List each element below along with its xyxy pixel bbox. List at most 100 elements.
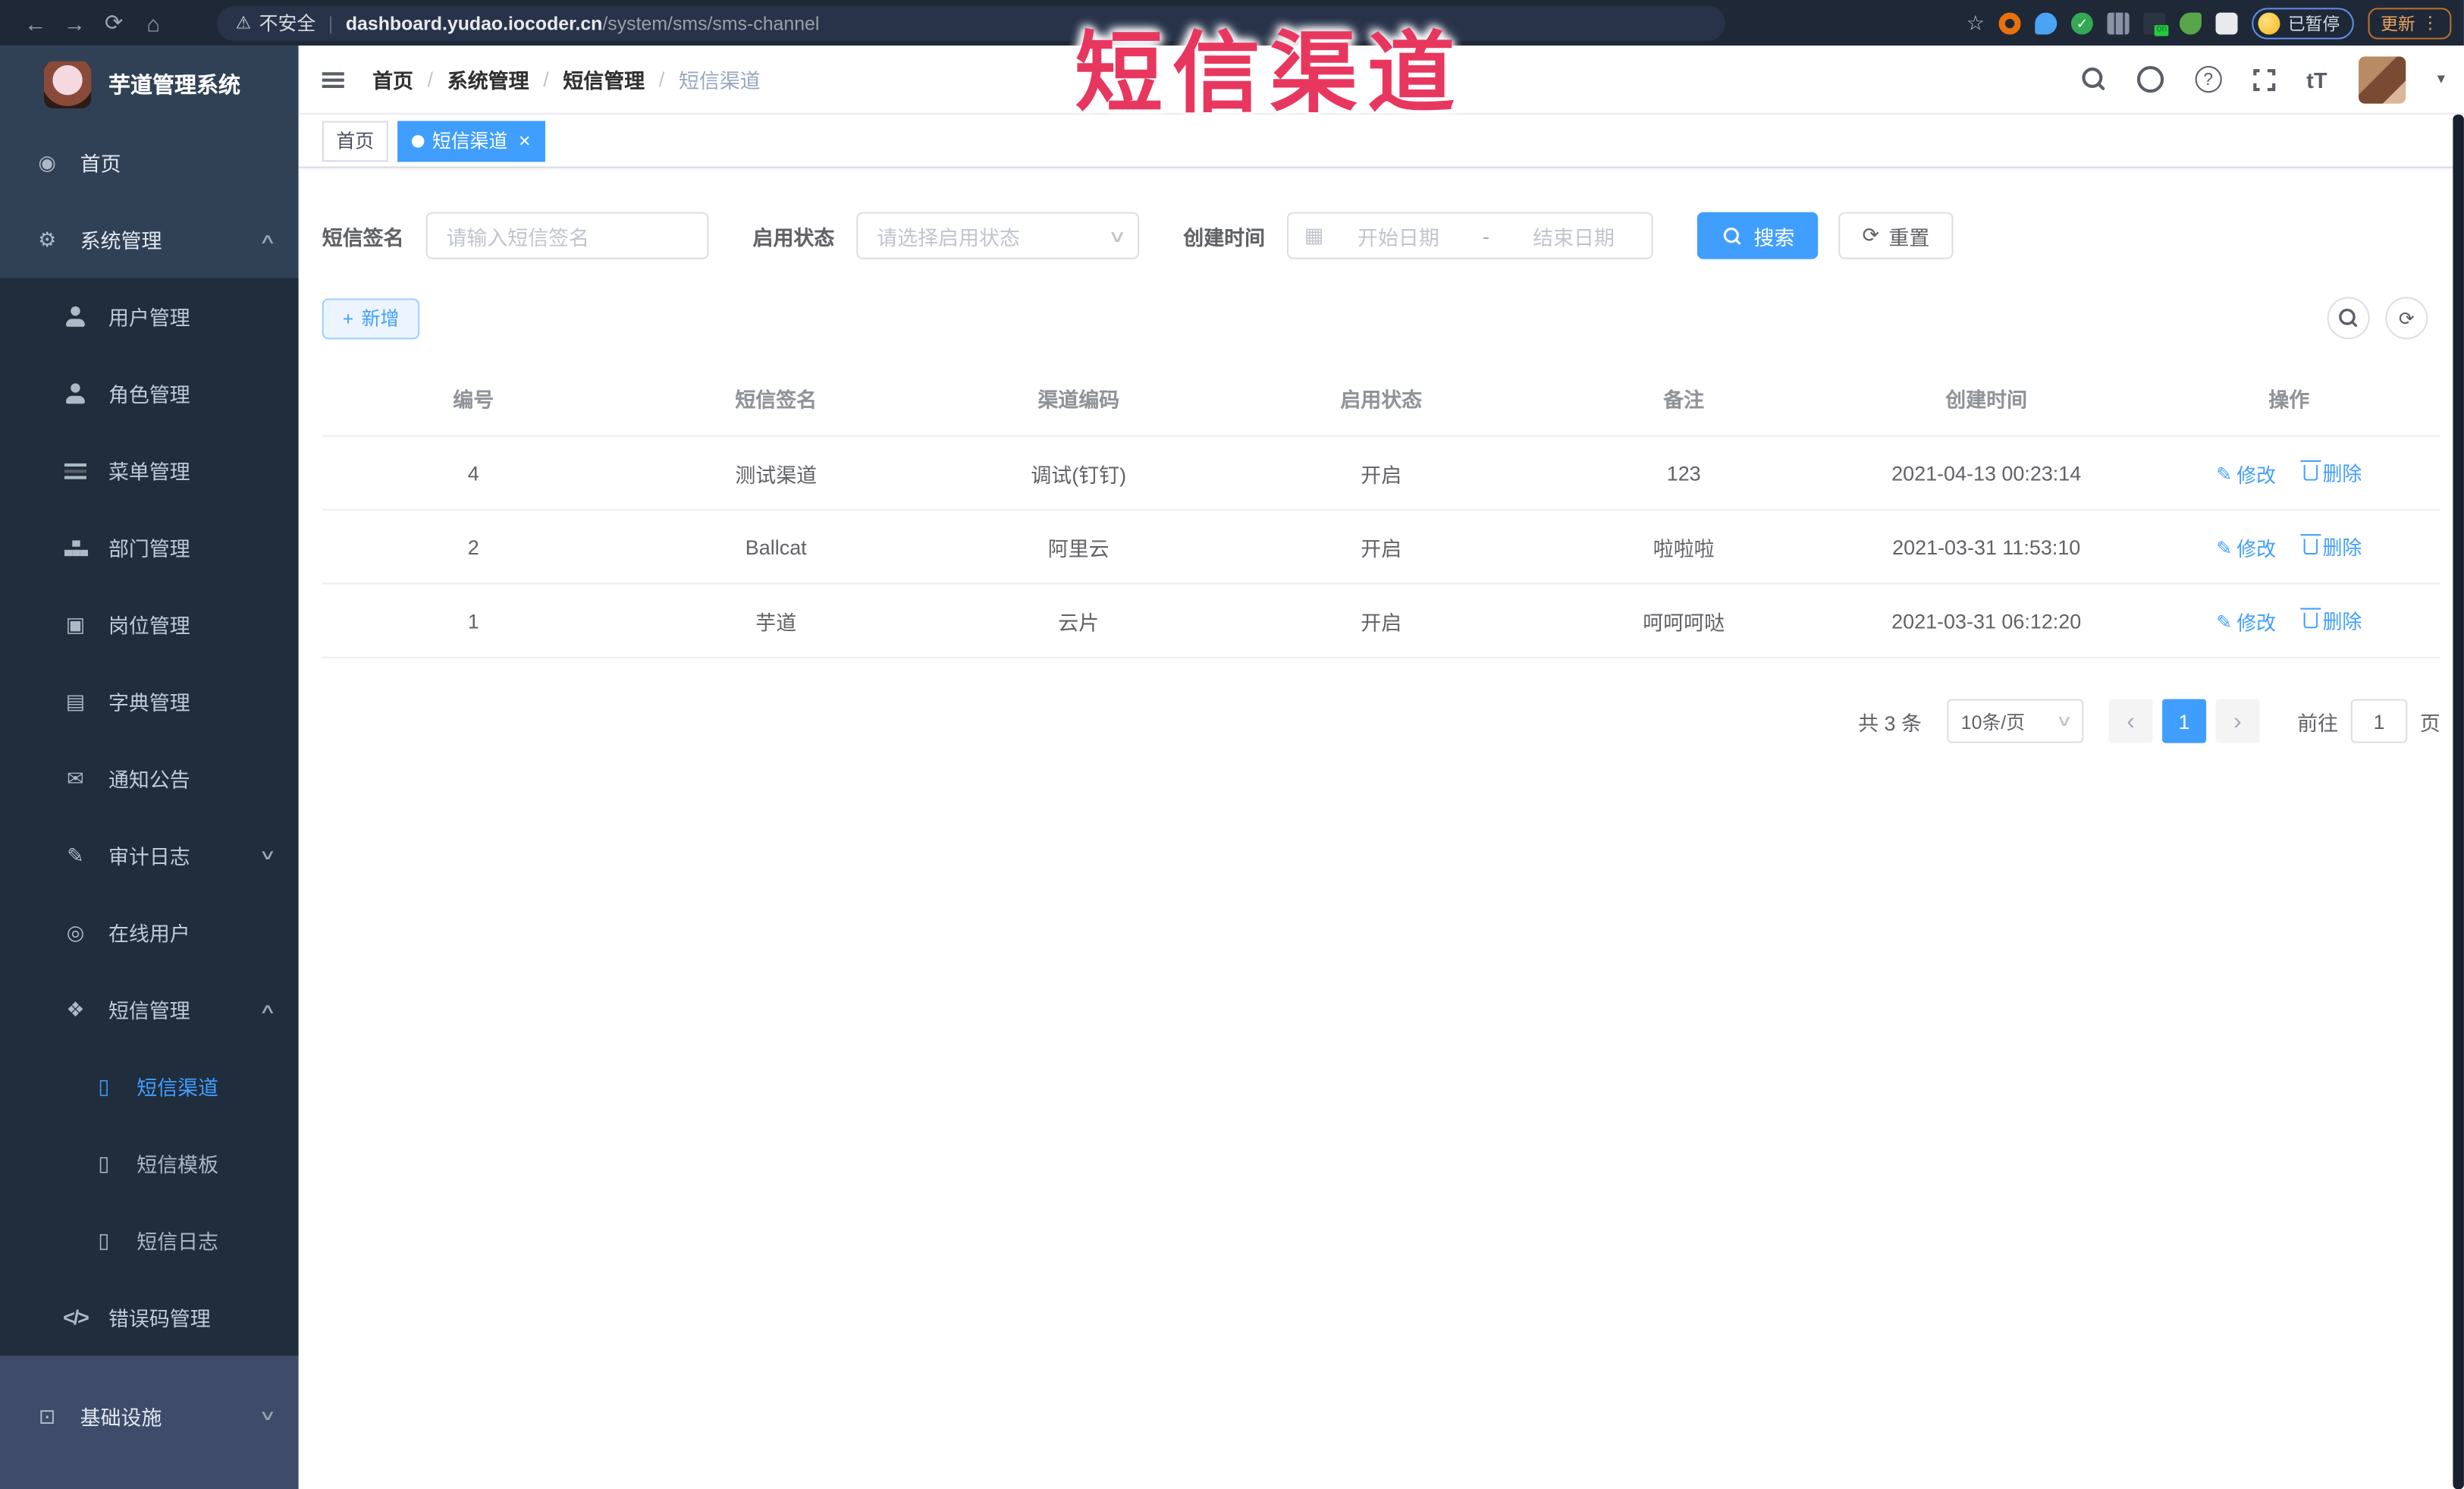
breadcrumb-home[interactable]: 首页	[372, 64, 413, 94]
page-size-select[interactable]: 10条/页 ∨	[1947, 699, 2084, 743]
sidebar-item-audit-log[interactable]: ✎ 审计日志 ∨	[0, 817, 299, 894]
date-range-picker[interactable]: ▦ 开始日期 - 结束日期	[1287, 212, 1653, 259]
close-icon[interactable]: ×	[519, 130, 531, 151]
extension-icon[interactable]	[2107, 11, 2130, 34]
edit-link[interactable]: ✎ 修改	[2216, 459, 2276, 488]
breadcrumb-system[interactable]: 系统管理	[447, 64, 529, 94]
menu-label: 首页	[80, 152, 121, 176]
col-sign: 短信签名	[624, 361, 928, 437]
cell-code: 云片	[927, 583, 1230, 658]
extension-icon[interactable]	[1998, 11, 2021, 34]
sidebar-item-department-management[interactable]: 部门管理	[0, 509, 299, 586]
font-size-icon[interactable]: tT	[2306, 67, 2327, 92]
delete-link[interactable]: 删除	[2300, 605, 2362, 634]
cell-code: 阿里云	[927, 510, 1230, 585]
search-button-label: 搜索	[1753, 225, 1795, 250]
extension-icon[interactable]	[2143, 11, 2169, 36]
fullscreen-icon[interactable]	[2249, 64, 2278, 94]
trash-icon	[2300, 533, 2321, 554]
sidebar-collapse-icon[interactable]	[322, 71, 344, 87]
sidebar-item-error-code[interactable]: </> 错误码管理	[0, 1279, 299, 1355]
menu-label: 岗位管理	[108, 614, 190, 638]
current-page-button[interactable]: 1	[2162, 699, 2207, 743]
message-icon: ✉	[67, 765, 84, 790]
sign-label: 短信签名	[322, 225, 404, 250]
breadcrumb-separator: /	[658, 68, 665, 92]
github-icon[interactable]	[2136, 65, 2164, 93]
search-button[interactable]: 搜索	[1697, 212, 1819, 259]
sidebar-item-role-management[interactable]: 角色管理	[0, 355, 299, 432]
browser-reload-icon[interactable]: ⟳	[94, 9, 133, 36]
sign-placeholder: 请输入短信签名	[446, 225, 590, 250]
cell-created: 2021-03-31 06:12:20	[1835, 583, 2138, 658]
extension-icon[interactable]	[2179, 11, 2202, 34]
sidebar-item-infrastructure[interactable]: ⊡ 基础设施 ∨	[0, 1377, 299, 1454]
browser-update-button[interactable]: 更新 ⋮	[2368, 7, 2452, 39]
prev-page-button[interactable]: ‹	[2108, 699, 2153, 743]
sidebar-item-home[interactable]: ◉ 首页	[0, 124, 299, 201]
menu-label: 短信日志	[137, 1230, 219, 1254]
scrollbar[interactable]	[2453, 115, 2464, 1489]
extension-icon[interactable]: ✓	[2070, 11, 2093, 34]
browser-forward-icon[interactable]: →	[55, 10, 95, 35]
infrastructure-section: ⊡ 基础设施 ∨	[0, 1355, 299, 1489]
sidebar-item-notice[interactable]: ✉ 通知公告	[0, 740, 299, 816]
extension-icon[interactable]	[2035, 11, 2058, 34]
breadcrumb-separator: /	[427, 68, 434, 92]
menu-label: 短信管理	[108, 999, 190, 1023]
cell-code: 调试(钉钉)	[927, 435, 1230, 511]
browser-menu-dots-icon[interactable]: ⋮	[2422, 13, 2439, 33]
goto-page-input[interactable]: 1	[2350, 699, 2408, 743]
url-bar[interactable]: ⚠ 不安全 | dashboard.yudao.iocoder.cn/syste…	[216, 5, 1726, 40]
gear-icon: ⚙	[38, 227, 57, 251]
toggle-search-button[interactable]	[2327, 297, 2370, 340]
sidebar-item-dict-management[interactable]: ▤ 字典管理	[0, 663, 299, 740]
edit-link[interactable]: ✎ 修改	[2216, 532, 2276, 562]
sidebar-item-sms-channel[interactable]: ▯ 短信渠道	[0, 1048, 299, 1124]
tab-label: 短信渠道	[432, 130, 508, 152]
edit-link[interactable]: ✎ 修改	[2216, 606, 2276, 636]
cell-sign: Ballcat	[624, 510, 928, 585]
sidebar-item-sms-template[interactable]: ▯ 短信模板	[0, 1125, 299, 1202]
sms-shield-icon: ❖	[66, 997, 85, 1021]
delete-link[interactable]: 删除	[2300, 531, 2362, 561]
menu-label: 通知公告	[108, 768, 190, 792]
sidebar-item-sms-log[interactable]: ▯ 短信日志	[0, 1202, 299, 1278]
bookmark-star-icon[interactable]: ☆	[1966, 10, 1985, 35]
browser-back-icon[interactable]: ←	[16, 10, 55, 35]
cell-id: 2	[322, 510, 625, 585]
next-page-button[interactable]: ›	[2215, 699, 2260, 743]
breadcrumb-sms[interactable]: 短信管理	[563, 64, 645, 94]
cell-sign: 芋道	[624, 583, 928, 658]
browser-home-icon[interactable]: ⌂	[133, 10, 173, 35]
extensions-puzzle-icon[interactable]	[2215, 11, 2238, 34]
sign-input[interactable]: 请输入短信签名	[425, 212, 709, 259]
edit-pencil-icon: ✎	[2216, 536, 2233, 559]
avatar-caret-down-icon[interactable]: ▾	[2437, 71, 2445, 88]
avatar[interactable]	[2359, 55, 2406, 103]
page-content: 短信签名 请输入短信签名 启用状态 请选择启用状态 ∨ 创建时间 ▦ 开始日期 …	[299, 168, 2464, 1489]
date-label: 创建时间	[1183, 225, 1266, 250]
not-secure-label[interactable]: 不安全	[259, 9, 316, 36]
sidebar-item-system-management[interactable]: ⚙ 系统管理 ∧	[0, 201, 299, 278]
sidebar-item-online-users[interactable]: ◎ 在线用户	[0, 894, 299, 970]
breadcrumb-current: 短信渠道	[678, 69, 761, 93]
sidebar-item-post-management[interactable]: ▣ 岗位管理	[0, 586, 299, 662]
menu-label: 审计日志	[108, 845, 190, 869]
help-icon[interactable]: ?	[2195, 65, 2222, 93]
app-logo-row[interactable]: 芋道管理系统	[0, 46, 299, 124]
sidebar-item-menu-management[interactable]: 菜单管理	[0, 432, 299, 509]
annotation-title: 短信渠道	[1075, 24, 1465, 123]
delete-link[interactable]: 删除	[2300, 457, 2362, 487]
refresh-table-button[interactable]: ⟳	[2385, 297, 2428, 340]
profile-paused-badge[interactable]: 已暂停	[2252, 7, 2354, 39]
header-search-icon[interactable]	[2081, 68, 2105, 91]
status-select[interactable]: 请选择启用状态 ∨	[856, 212, 1140, 259]
reset-button[interactable]: ⟳ 重置	[1838, 212, 1954, 259]
sidebar-item-sms-management[interactable]: ❖ 短信管理 ∧	[0, 971, 299, 1048]
tab-home[interactable]: 首页	[322, 120, 388, 162]
org-chart-icon	[63, 539, 88, 557]
add-button[interactable]: + 新增	[322, 297, 420, 339]
sidebar-item-user-management[interactable]: 用户管理	[0, 278, 299, 355]
tab-sms-channel[interactable]: 短信渠道 ×	[397, 120, 545, 162]
